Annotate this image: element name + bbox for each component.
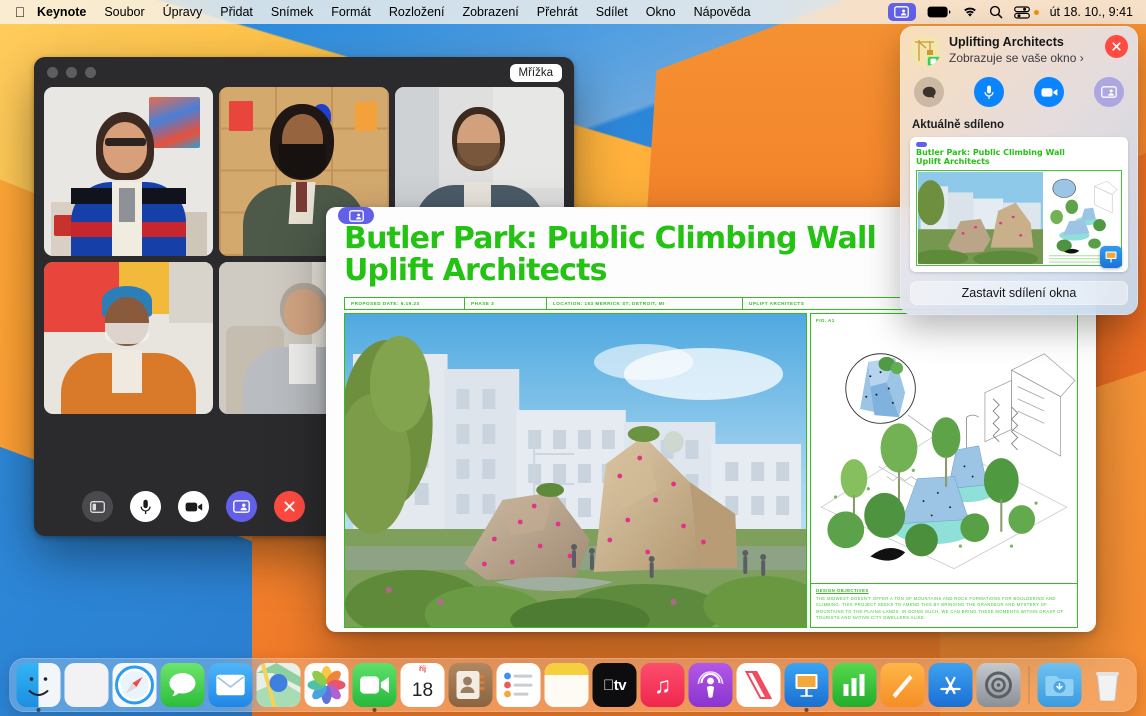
facetime-badge-icon — [927, 56, 941, 66]
end-call-button[interactable] — [274, 491, 305, 522]
shared-window-thumbnail[interactable]: Butler Park: Public Climbing Wall Uplift… — [910, 137, 1128, 272]
menu-item-prehrat[interactable]: Přehrát — [528, 0, 587, 24]
dock-item-notes[interactable] — [545, 663, 589, 707]
dock-item-contacts[interactable] — [449, 663, 493, 707]
dock-item-downloads[interactable] — [1038, 663, 1082, 707]
window-traffic-lights[interactable] — [47, 67, 96, 78]
share-screen-button[interactable] — [1094, 77, 1124, 107]
design-objectives: DESIGN OBJECTIVES THE MIDWEST DOESN'T OF… — [811, 583, 1077, 627]
stop-sharing-button[interactable]: Zastavit sdílení okna — [910, 281, 1128, 305]
dock-item-safari[interactable] — [113, 663, 157, 707]
screen-share-badge-icon — [916, 142, 927, 147]
calendar-day: 18 — [412, 674, 433, 707]
video-button[interactable] — [178, 491, 209, 522]
dock-item-reminders[interactable] — [497, 663, 541, 707]
menu-item-zobrazeni[interactable]: Zobrazení — [453, 0, 527, 24]
keynote-app-icon — [1100, 246, 1122, 268]
menu-item-napoveda[interactable]: Nápověda — [685, 0, 760, 24]
screen-share-popover[interactable]: Uplifting Architects Zobrazuje se vaše o… — [900, 26, 1138, 315]
dock-item-mail[interactable] — [209, 663, 253, 707]
slide-body: FIG. A1 — [344, 313, 1078, 628]
messages-button[interactable] — [914, 77, 944, 107]
popover-actions — [914, 77, 1124, 107]
control-center-active-dot — [1034, 10, 1039, 15]
figure-label: FIG. A1 — [811, 314, 1077, 323]
dock-item-keynote[interactable] — [785, 663, 829, 707]
video-button[interactable] — [1034, 77, 1064, 107]
screen-share-badge-icon — [338, 207, 374, 224]
menu-item-snimek[interactable]: Snímek — [262, 0, 322, 24]
avatar — [910, 35, 941, 66]
participant-tile[interactable] — [44, 87, 213, 256]
meta-phase: PHASE 3 — [465, 298, 547, 309]
close-button[interactable] — [1105, 35, 1128, 58]
thumb-title-line2: Uplift Architects — [916, 157, 1122, 166]
dock-item-facetime[interactable] — [353, 663, 397, 707]
popover-header: Uplifting Architects Zobrazuje se vaše o… — [910, 35, 1128, 66]
dock-divider — [1029, 666, 1030, 704]
menu-item-okno[interactable]: Okno — [637, 0, 685, 24]
dock-item-news[interactable] — [737, 663, 781, 707]
participant-tile[interactable] — [44, 262, 213, 414]
grid-view-button[interactable]: Mřížka — [510, 64, 563, 82]
dock-item-finder[interactable] — [17, 663, 61, 707]
menubar-clock[interactable]: út 18. 10., 9:41 — [1050, 5, 1133, 19]
calendar-month: říj — [401, 663, 445, 674]
objectives-heading: DESIGN OBJECTIVES — [816, 588, 1072, 593]
control-center-icon[interactable] — [1014, 6, 1030, 19]
dock-item-appstore[interactable] — [929, 663, 973, 707]
facetime-titlebar: Mřížka — [34, 57, 574, 87]
isometric-diagram — [811, 323, 1077, 583]
menu-bar:  Keynote Soubor Úpravy Přidat Snímek Fo… — [0, 0, 1146, 24]
menu-item-rozlozeni[interactable]: Rozložení — [380, 0, 454, 24]
zoom-button[interactable] — [85, 67, 96, 78]
microphone-button[interactable] — [130, 491, 161, 522]
dock-item-system-settings[interactable] — [977, 663, 1021, 707]
search-icon[interactable] — [989, 5, 1003, 19]
shared-section-label: Aktuálně sdíleno — [912, 119, 1126, 131]
menu-item-pridat[interactable]: Přidat — [211, 0, 262, 24]
dock-item-music[interactable]: ♫ — [641, 663, 685, 707]
menu-item-upravy[interactable]: Úpravy — [154, 0, 212, 24]
close-button[interactable] — [47, 67, 58, 78]
dock-item-messages[interactable] — [161, 663, 205, 707]
dock: říj 18 tv ♫ — [10, 658, 1137, 712]
dock-item-podcasts[interactable] — [689, 663, 733, 707]
minimize-button[interactable] — [66, 67, 77, 78]
dock-item-appletv[interactable]: tv — [593, 663, 637, 707]
dock-item-pages[interactable] — [881, 663, 925, 707]
apple-logo-icon[interactable]:  — [7, 5, 33, 19]
thumb-render-image — [918, 172, 1043, 264]
dock-item-launchpad[interactable] — [65, 663, 109, 707]
microphone-button[interactable] — [974, 77, 1004, 107]
menubar-screen-share-icon[interactable] — [888, 3, 916, 21]
menu-item-format[interactable]: Formát — [322, 0, 380, 24]
meta-proposed-date: PROPOSED DATE: 6.19.23 — [345, 298, 465, 309]
wifi-icon[interactable] — [962, 6, 978, 18]
menu-item-sdilet[interactable]: Sdílet — [587, 0, 637, 24]
battery-icon[interactable] — [927, 6, 951, 18]
dock-item-calendar[interactable]: říj 18 — [401, 663, 445, 707]
meta-location: LOCATION: 153 MERRICK ST, DETROIT, MI — [547, 298, 743, 309]
dock-item-numbers[interactable] — [833, 663, 877, 707]
thumb-slide-preview — [916, 170, 1122, 266]
menu-item-soubor[interactable]: Soubor — [95, 0, 153, 24]
dock-item-maps[interactable] — [257, 663, 301, 707]
slide-render-image — [344, 313, 807, 628]
thumb-title-line1: Butler Park: Public Climbing Wall — [916, 148, 1122, 157]
sidebar-button[interactable] — [82, 491, 113, 522]
share-screen-button[interactable] — [226, 491, 257, 522]
dock-item-trash[interactable] — [1086, 663, 1130, 707]
slide-diagram-panel: FIG. A1 — [810, 313, 1078, 628]
caller-name: Uplifting Architects — [949, 35, 1084, 50]
dock-item-photos[interactable] — [305, 663, 349, 707]
share-status-text[interactable]: Zobrazuje se vaše okno › — [949, 51, 1084, 66]
objectives-text: THE MIDWEST DOESN'T OFFER A TON OF MOUNT… — [816, 596, 1072, 622]
menu-app-name[interactable]: Keynote — [33, 0, 95, 24]
